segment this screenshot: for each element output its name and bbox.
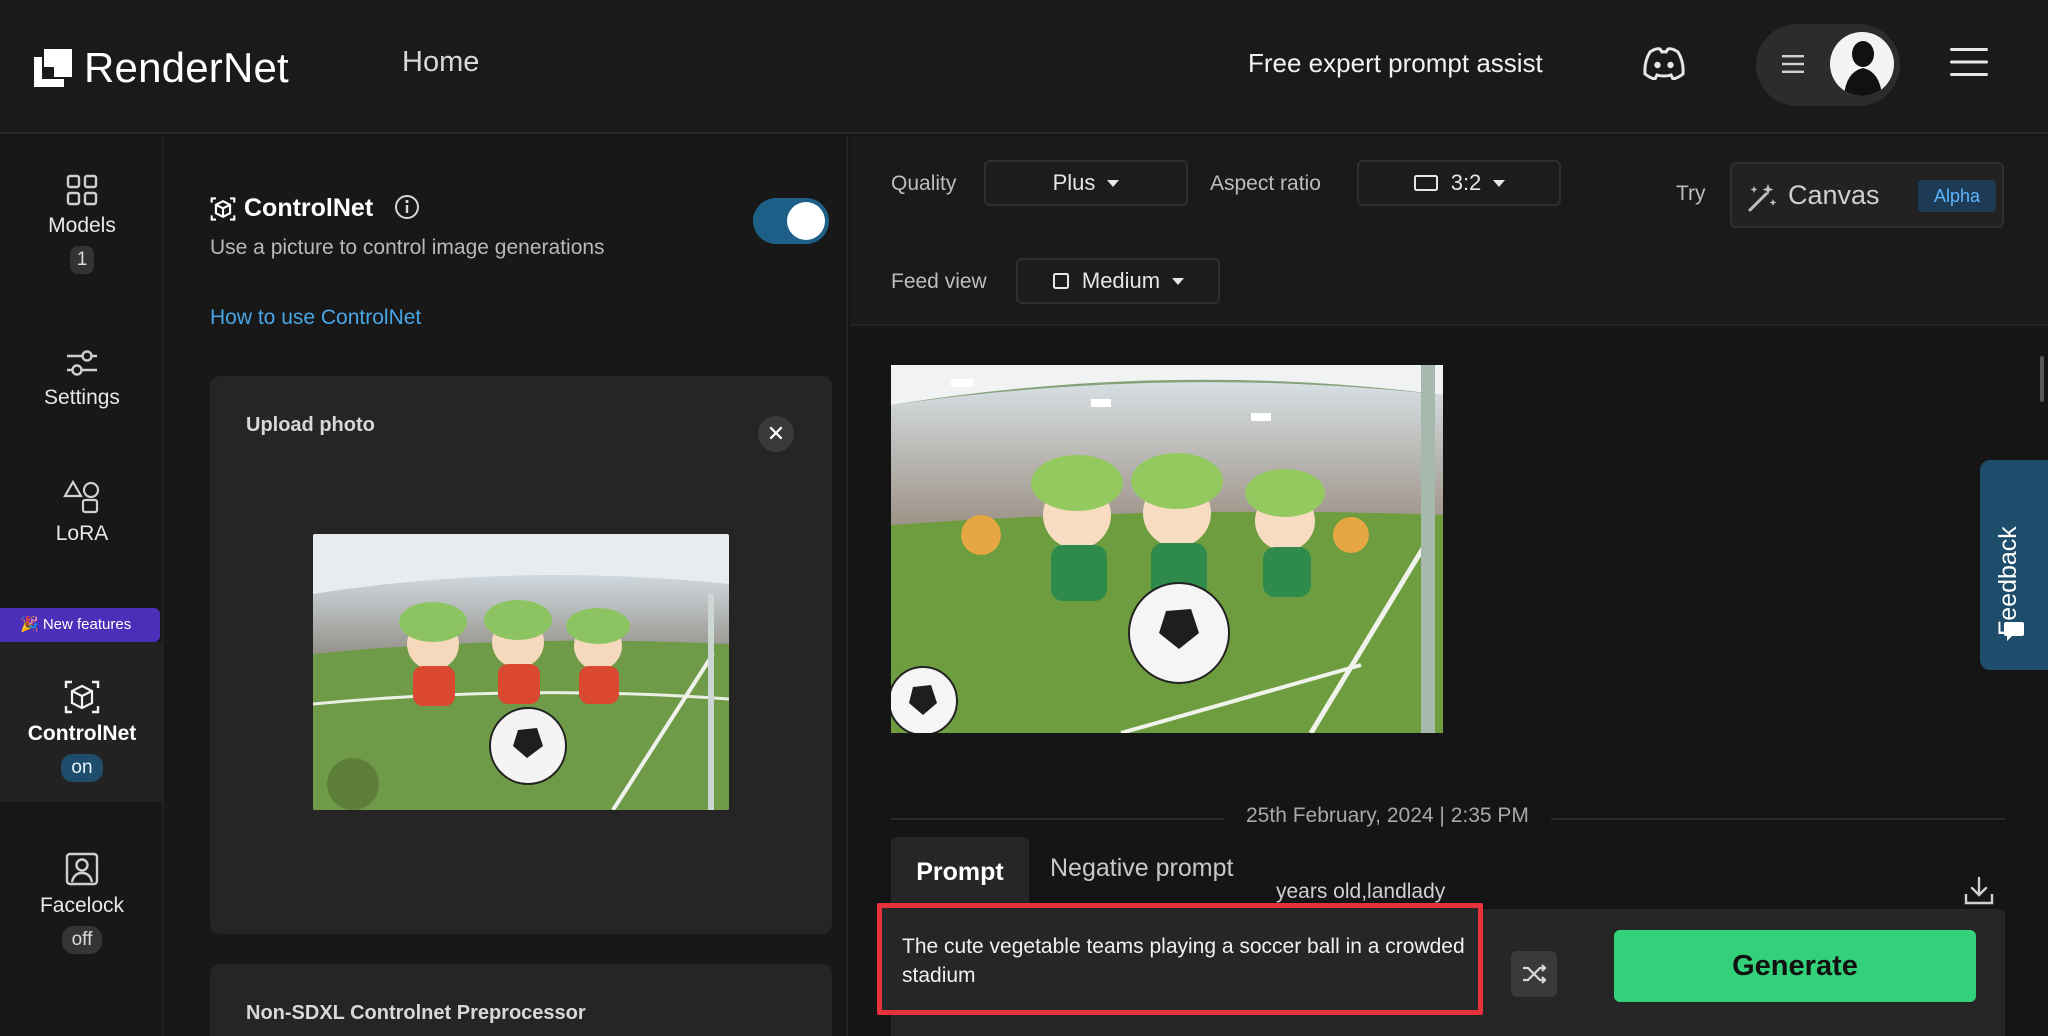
rectangle-ratio-icon <box>1413 175 1438 191</box>
quality-dropdown[interactable]: Plus <box>984 160 1188 206</box>
feed-view-value: Medium <box>1081 268 1161 293</box>
previous-prompt-text: years old,landlady <box>1276 880 1446 903</box>
chevron-down-icon <box>1172 277 1185 285</box>
quality-value: Plus <box>1052 170 1096 195</box>
discord-icon[interactable] <box>1642 46 1686 80</box>
generate-button[interactable]: Generate <box>1614 930 1976 1002</box>
rail-label-facelock: Facelock <box>39 894 125 917</box>
sliders-icon <box>67 350 97 376</box>
rail-label-lora: LoRA <box>55 522 109 545</box>
vegetable-soccer-illustration <box>891 365 1443 733</box>
brand-logo[interactable]: RenderNet <box>34 44 289 92</box>
preprocessor-card[interactable]: Non-SDXL Controlnet Preprocessor <box>210 964 832 1036</box>
feed-view-label: Feed view <box>891 270 987 293</box>
chevron-down-icon <box>1107 179 1120 187</box>
top-bar: RenderNet Home Free expert prompt assist <box>0 0 2048 134</box>
tab-negative-prompt[interactable]: Negative prompt <box>1050 854 1233 883</box>
rail-item-models[interactable]: Models 1 <box>0 174 164 274</box>
how-to-use-controlnet-link[interactable]: How to use ControlNet <box>210 306 421 330</box>
list-icon <box>1782 55 1804 73</box>
generation-timestamp: 25th February, 2024 | 2:35 PM <box>1224 804 1551 828</box>
alpha-badge: Alpha <box>1918 180 1996 212</box>
upload-photo-card: Upload photo ✕ <box>210 376 832 934</box>
square-icon <box>1052 273 1069 289</box>
rail-label-models: Models <box>48 214 116 237</box>
aspect-ratio-dropdown[interactable]: 3:2 <box>1357 160 1561 206</box>
models-count-badge: 1 <box>70 246 94 274</box>
canvas-button[interactable]: Canvas Alpha <box>1730 162 2004 228</box>
shuffle-icon <box>1523 964 1547 984</box>
toggle-knob <box>787 202 825 240</box>
main-feed-area: Quality Plus Aspect ratio 3:2 Try Canvas… <box>850 136 2048 1036</box>
feedback-tab[interactable]: Feedback <box>1980 460 2048 670</box>
face-portrait-icon <box>65 852 99 886</box>
magic-wand-icon <box>1748 184 1777 212</box>
controlnet-cube-icon <box>64 680 100 714</box>
quality-label: Quality <box>891 172 957 195</box>
controlnet-panel-title: ControlNet <box>210 194 373 223</box>
rail-label-settings: Settings <box>44 386 120 409</box>
soccer-kids-illustration <box>313 534 729 810</box>
grid-icon <box>66 174 98 206</box>
rail-label-controlnet: ControlNet <box>27 722 137 745</box>
shapes-icon <box>63 480 100 514</box>
prompt-composer: The cute vegetable teams playing a socce… <box>877 903 2005 1036</box>
upload-photo-title: Upload photo <box>246 414 375 436</box>
generated-image[interactable] <box>891 365 1443 733</box>
feed-view-dropdown[interactable]: Medium <box>1016 258 1220 304</box>
controlnet-title-text: ControlNet <box>244 194 374 222</box>
info-icon[interactable] <box>394 194 420 220</box>
randomize-prompt-button[interactable] <box>1511 951 1557 997</box>
aspect-ratio-label: Aspect ratio <box>1210 172 1321 195</box>
prompt-assist-link[interactable]: Free expert prompt assist <box>1248 48 1543 79</box>
uploaded-reference-image[interactable] <box>313 534 729 810</box>
hamburger-menu-icon[interactable] <box>1950 46 1988 78</box>
new-features-banner[interactable]: 🎉 New features <box>0 608 160 642</box>
generation-controls-bar: Quality Plus Aspect ratio 3:2 Try Canvas… <box>850 136 2048 326</box>
remove-photo-button[interactable]: ✕ <box>758 416 794 452</box>
brand-name: RenderNet <box>84 44 289 91</box>
controlnet-toggle[interactable] <box>753 198 829 244</box>
left-rail: Models 1 Settings LoRA 🎉 New features Co… <box>0 136 164 1036</box>
rail-item-settings[interactable]: Settings <box>0 348 164 410</box>
try-label: Try <box>1676 182 1706 205</box>
home-link[interactable]: Home <box>402 46 479 79</box>
feedback-label: Feedback <box>1994 526 2022 636</box>
preprocessor-title: Non-SDXL Controlnet Preprocessor <box>246 1002 586 1024</box>
controlnet-cube-icon <box>210 196 236 221</box>
canvas-label: Canvas <box>1788 180 1880 210</box>
rail-item-controlnet[interactable]: ControlNet on <box>0 680 164 782</box>
controlnet-panel: ControlNet Use a picture to control imag… <box>166 136 848 1036</box>
chevron-down-icon <box>1493 179 1506 187</box>
avatar <box>1830 32 1894 96</box>
rail-item-lora[interactable]: LoRA <box>0 480 164 546</box>
controlnet-status-badge: on <box>61 754 103 782</box>
tab-prompt[interactable]: Prompt <box>891 837 1029 909</box>
prompt-input[interactable]: The cute vegetable teams playing a socce… <box>877 903 1483 1015</box>
controlnet-subtitle: Use a picture to control image generatio… <box>210 236 605 259</box>
user-menu-button[interactable] <box>1756 24 1900 106</box>
rendernet-logo-icon <box>34 49 72 87</box>
user-silhouette-icon <box>1844 41 1882 96</box>
aspect-ratio-value: 3:2 <box>1450 170 1482 195</box>
download-icon[interactable] <box>1962 874 1996 908</box>
rail-item-facelock[interactable]: Facelock off <box>0 852 164 954</box>
scrollbar-thumb[interactable] <box>2040 356 2044 402</box>
facelock-status-badge: off <box>61 926 103 954</box>
